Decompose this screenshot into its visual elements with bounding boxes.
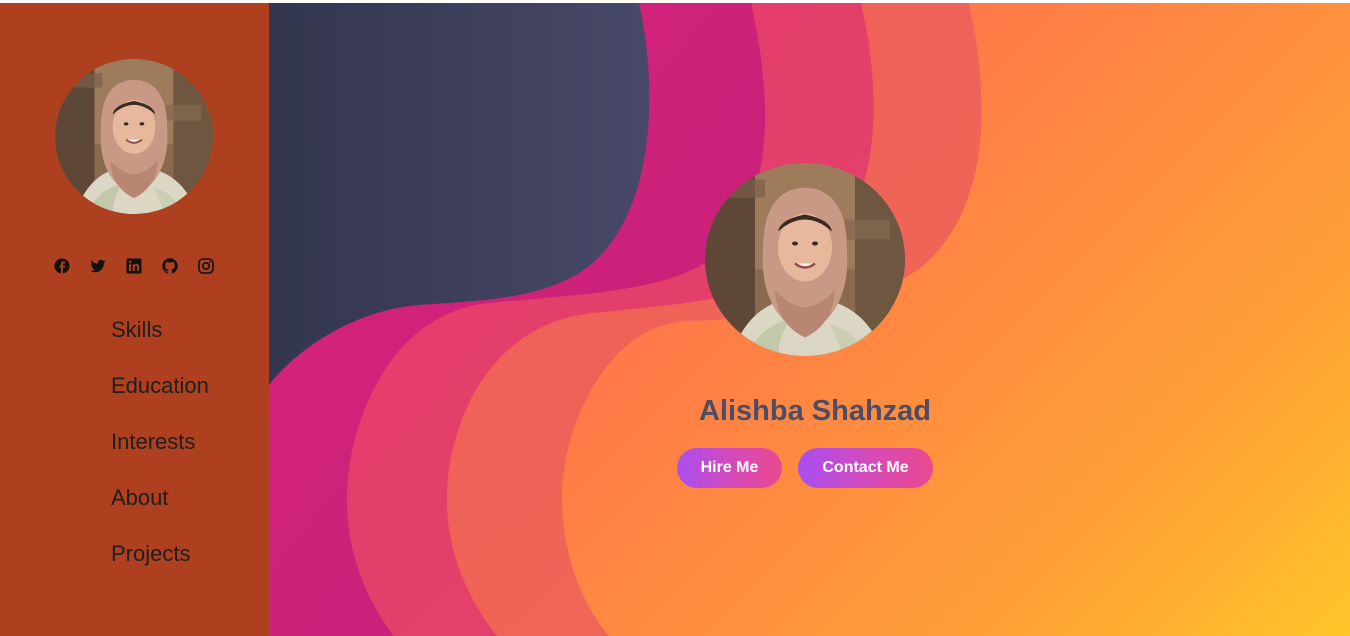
nav-item-about[interactable]: About: [111, 481, 209, 537]
nav-item-education[interactable]: Education: [111, 369, 209, 425]
page: Skills Education Interests About Project…: [0, 3, 1350, 636]
twitter-icon[interactable]: [90, 258, 106, 274]
facebook-icon[interactable]: [54, 258, 70, 274]
hire-me-button[interactable]: Hire Me: [677, 448, 782, 488]
instagram-icon[interactable]: [198, 258, 214, 274]
social-links: [54, 258, 214, 274]
contact-me-button[interactable]: Contact Me: [798, 448, 933, 488]
nav-item-projects[interactable]: Projects: [111, 537, 209, 593]
sidebar: Skills Education Interests About Project…: [0, 3, 269, 636]
github-icon[interactable]: [162, 258, 178, 274]
sidebar-nav: Skills Education Interests About Project…: [111, 313, 209, 593]
sidebar-avatar[interactable]: [55, 59, 213, 214]
linkedin-icon[interactable]: [126, 258, 142, 274]
hero-name: Alishba Shahzad: [698, 395, 932, 427]
nav-item-skills[interactable]: Skills: [111, 313, 209, 369]
hero-section: Alishba Shahzad Hire Me Contact Me: [269, 3, 1350, 636]
hero-avatar[interactable]: [705, 163, 905, 356]
nav-item-interests[interactable]: Interests: [111, 425, 209, 481]
profile-photo-large: [705, 163, 905, 356]
profile-photo: [55, 59, 213, 214]
